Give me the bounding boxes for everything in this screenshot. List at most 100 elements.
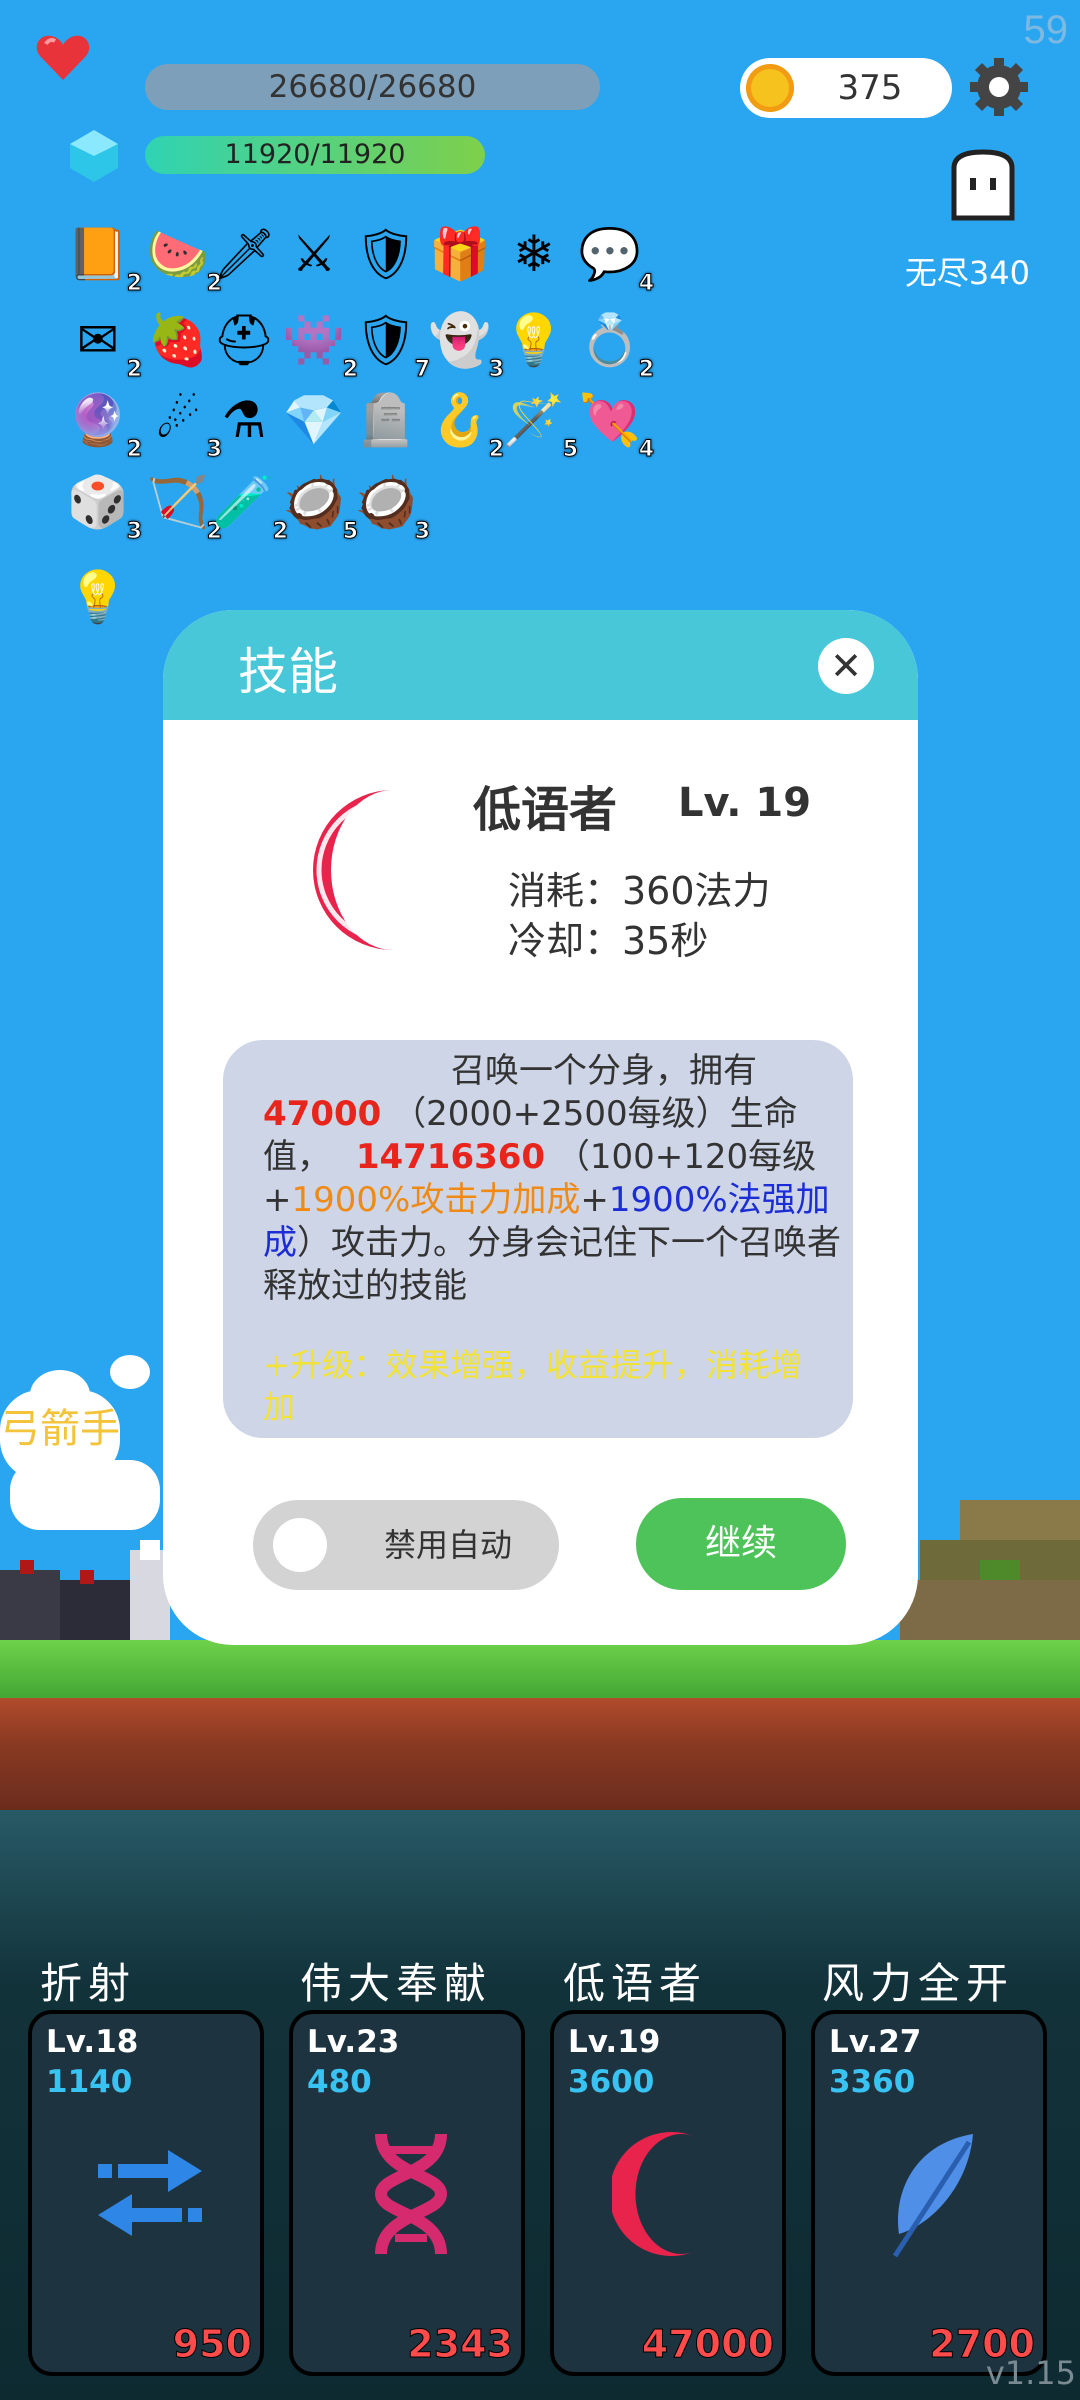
dice-icon[interactable]: 🎲 3 bbox=[66, 470, 143, 545]
item-glyph: ⚔ bbox=[291, 225, 337, 283]
gear-icon[interactable] bbox=[968, 56, 1030, 118]
meteor-icon[interactable]: ☄ 3 bbox=[146, 388, 223, 463]
cauldron-icon[interactable]: ⚗ bbox=[212, 388, 276, 452]
item-glyph: ❄ bbox=[513, 225, 555, 283]
item-glyph: 🛡 bbox=[354, 224, 418, 283]
skill-cooldown: 冷却：35秒 bbox=[508, 919, 709, 963]
endless-mode-ghost-icon[interactable] bbox=[946, 148, 1020, 222]
close-button[interactable]: ✕ bbox=[818, 638, 874, 694]
item-count: 2 bbox=[126, 271, 142, 297]
skill-label-wind: 风力全开 bbox=[822, 1959, 1015, 2008]
lightbulb-icon[interactable]: 💡 bbox=[502, 308, 566, 372]
crossbow-icon[interactable]: 🏹 2 bbox=[146, 470, 223, 545]
lightbulb-block-icon[interactable]: 💡 bbox=[66, 565, 130, 629]
item-glyph: 🗡 bbox=[212, 224, 276, 283]
crescent-moon-icon bbox=[313, 790, 393, 950]
crescent-moon-icon bbox=[612, 2132, 698, 2256]
potion-icon[interactable]: 🧪 2 bbox=[212, 470, 289, 545]
skill-mana-cost: 3360 bbox=[829, 2064, 916, 2100]
item-glyph: 💎 bbox=[282, 390, 346, 449]
item-glyph: 💍 bbox=[578, 310, 642, 369]
snowflake-icon[interactable]: ❄ bbox=[502, 222, 566, 286]
skill-card-whisperer[interactable]: Lv.19 3600 47000 bbox=[550, 2010, 786, 2376]
chat-bubble-icon[interactable]: 💬 4 bbox=[578, 222, 655, 297]
skill-mana-cost: 1140 bbox=[46, 2064, 133, 2100]
item-glyph: 🪝 bbox=[428, 390, 492, 449]
sword-icon[interactable]: 🗡 bbox=[212, 222, 276, 286]
skill-card-refract[interactable]: Lv.18 1140 950 bbox=[28, 2010, 264, 2376]
desc-text: + bbox=[263, 1180, 292, 1220]
fps-counter: 59 bbox=[1023, 8, 1069, 52]
skill-level: Lv.23 bbox=[307, 2024, 400, 2060]
green-spirit-icon[interactable]: 👾 2 bbox=[282, 308, 359, 383]
shield-icon[interactable]: 🛡 bbox=[354, 222, 418, 286]
skill-value: 47000 bbox=[641, 2322, 774, 2367]
dirt-ground bbox=[0, 1698, 1080, 1810]
mana-crystal-icon bbox=[70, 130, 118, 182]
item-glyph: 📙 bbox=[66, 224, 130, 283]
watermelon-icon[interactable]: 🍉 2 bbox=[146, 222, 223, 297]
item-glyph: 🛡 bbox=[354, 310, 418, 369]
skill-level: Lv.19 bbox=[568, 2024, 661, 2060]
skill-dialog: 技能 ✕ 低语者 Lv. 19 消耗：360法力 冷却：35秒 召唤一个分身，拥… bbox=[163, 610, 918, 1645]
item-glyph: 🥥 bbox=[354, 472, 418, 531]
version-label: v1.15 bbox=[985, 2354, 1076, 2392]
item-glyph: 🍓 bbox=[146, 310, 210, 369]
coin-icon bbox=[746, 64, 794, 112]
steel-sword-icon[interactable]: ⚔ bbox=[282, 222, 346, 286]
skill-name: 低语者 bbox=[473, 782, 618, 838]
skill-level: Lv. 19 bbox=[678, 780, 812, 826]
attack-bonus-text: 1900%攻击力加成 bbox=[291, 1180, 581, 1220]
crystal-ball-icon[interactable]: 🔮 2 bbox=[66, 388, 143, 463]
book-icon[interactable]: 📙 2 bbox=[66, 222, 143, 297]
item-glyph: 💡 bbox=[502, 310, 566, 369]
item-glyph: ⛑ bbox=[212, 310, 276, 369]
desc-text: + bbox=[580, 1180, 609, 1220]
item-glyph: 🥥 bbox=[282, 472, 346, 531]
item-count: 4 bbox=[638, 271, 654, 297]
desc-text: ）攻击力。分身会记住下一个召唤者释放过的技能 bbox=[263, 1223, 841, 1306]
skill-level: Lv.18 bbox=[46, 2024, 139, 2060]
rock-pile-sprite bbox=[900, 1500, 1080, 1644]
purple-chest-icon[interactable]: 🎁 bbox=[428, 222, 492, 286]
skill-card-devotion[interactable]: Lv.23 480 2343 bbox=[289, 2010, 525, 2376]
skill-label-devotion: 伟大奉献 bbox=[300, 1959, 493, 2008]
grass-ground bbox=[0, 1640, 1080, 1698]
skill-card-wind[interactable]: Lv.27 3360 2700 bbox=[811, 2010, 1047, 2376]
close-icon: ✕ bbox=[830, 644, 862, 688]
enemy-name-label: 弓箭手 bbox=[0, 1406, 120, 1452]
toggle-knob[interactable] bbox=[273, 1518, 327, 1572]
tombstone-icon[interactable]: 🪦 bbox=[354, 388, 418, 452]
skill-mana-cost: 3600 bbox=[568, 2064, 655, 2100]
hp-value-highlight: 47000 bbox=[263, 1094, 382, 1134]
magic-wand-icon[interactable]: 🪄 5 bbox=[502, 388, 579, 463]
ghost-icon[interactable]: 👻 3 bbox=[428, 308, 505, 383]
item-count: 2 bbox=[126, 437, 142, 463]
item-count: 2 bbox=[126, 357, 142, 383]
skill-cost: 消耗：360法力 bbox=[508, 869, 771, 913]
attack-value-highlight: 14716360 bbox=[355, 1137, 546, 1177]
skill-label-whisperer: 低语者 bbox=[563, 1959, 708, 2008]
skill-label-refract: 折射 bbox=[40, 1959, 137, 2008]
item-count: 4 bbox=[638, 437, 654, 463]
item-glyph: 👻 bbox=[428, 310, 492, 369]
viking-helmet-icon[interactable]: ⛑ bbox=[212, 308, 276, 372]
strawberry-icon[interactable]: 🍓 bbox=[146, 308, 210, 372]
item-glyph: 💡 bbox=[66, 567, 130, 626]
heart-icon bbox=[36, 35, 90, 80]
hook-icon[interactable]: 🪝 2 bbox=[428, 388, 505, 463]
coconut-drink-icon[interactable]: 🥥 5 bbox=[282, 470, 359, 545]
ring-icon[interactable]: 💍 2 bbox=[578, 308, 655, 383]
item-glyph: 🍉 bbox=[146, 224, 210, 283]
envelope-icon[interactable]: ✉ 2 bbox=[66, 308, 142, 383]
red-shield-icon[interactable]: 🛡 7 bbox=[354, 308, 430, 383]
endless-level-label: 无尽340 bbox=[904, 254, 1030, 292]
skill-value: 950 bbox=[172, 2322, 252, 2367]
coconut-icon[interactable]: 🥥 3 bbox=[354, 470, 431, 545]
sapphire-icon[interactable]: 💎 bbox=[282, 388, 346, 452]
mp-value: 11920/11920 bbox=[224, 139, 406, 170]
toggle-label: 禁用自动 bbox=[383, 1526, 512, 1564]
continue-button[interactable]: 继续 bbox=[636, 1498, 846, 1590]
heart-arrow-icon[interactable]: 💘 4 bbox=[578, 388, 655, 463]
item-count: 3 bbox=[126, 519, 142, 545]
